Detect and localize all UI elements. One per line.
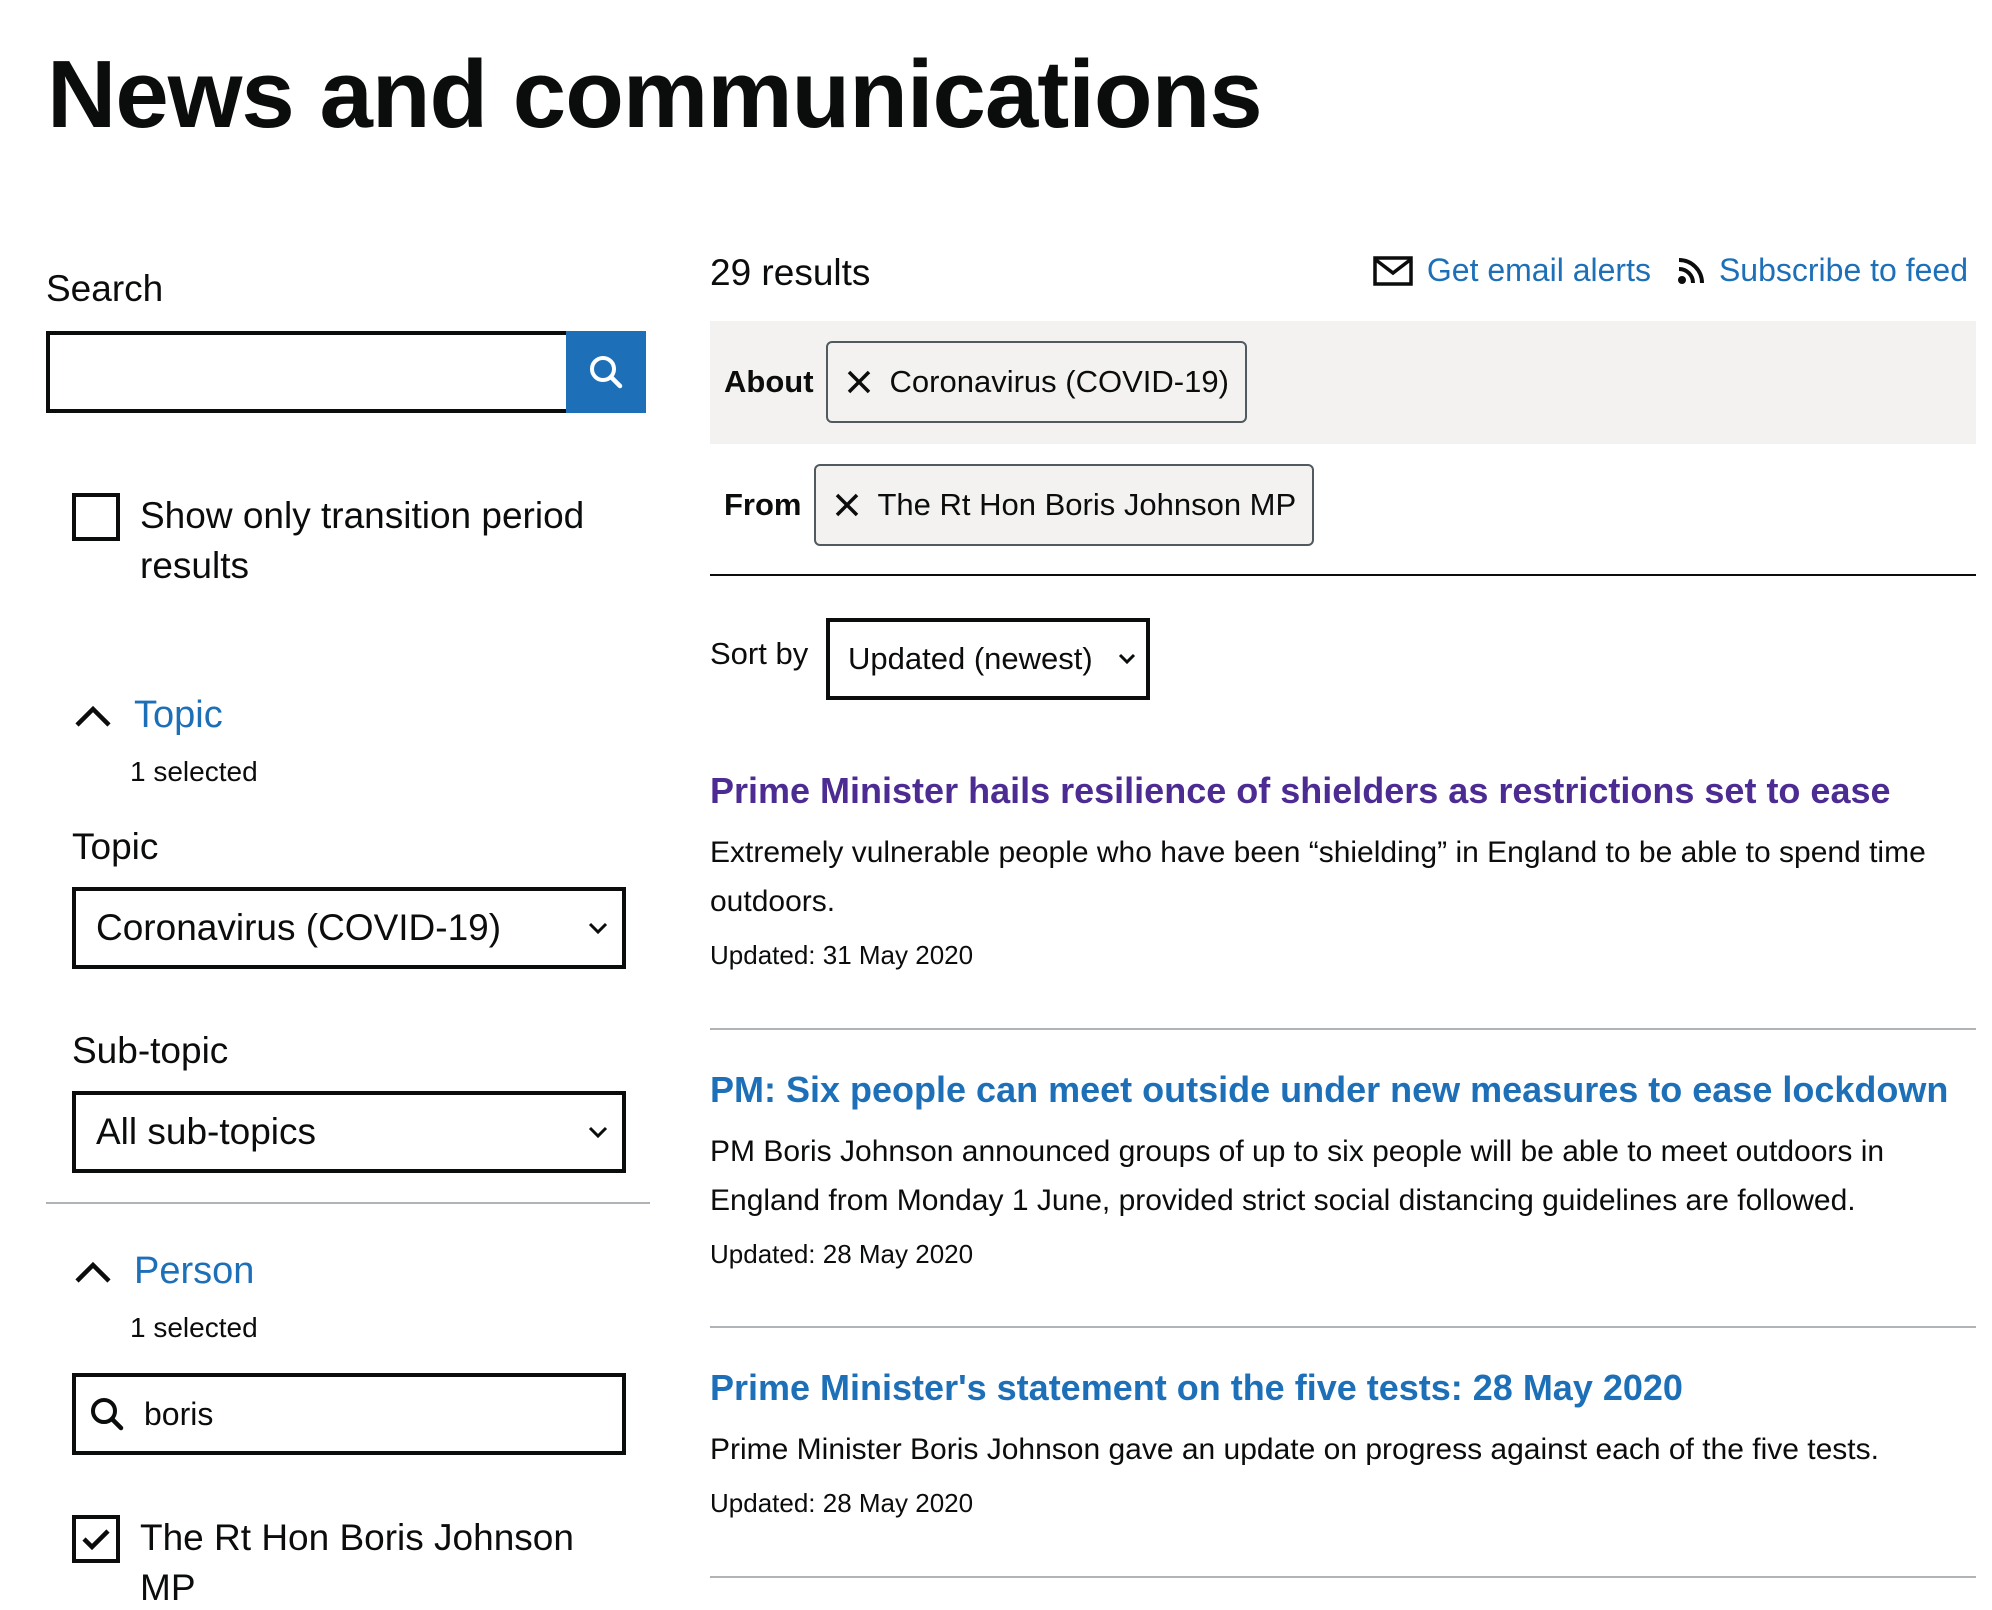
person-selected-count: 1 selected [130, 1312, 258, 1343]
email-alerts-label[interactable]: Get email alerts [1427, 252, 1651, 289]
topic-facet-toggle[interactable]: Topic [74, 694, 223, 737]
alert-links: Get email alerts Subscribe to feed [1373, 252, 1968, 289]
rss-icon [1677, 257, 1704, 284]
result-divider [710, 1326, 1976, 1328]
result-title-link[interactable]: PM: Six people can meet outside under ne… [710, 1069, 1976, 1111]
person-facet-toggle[interactable]: Person [74, 1250, 254, 1293]
topic-selected-count: 1 selected [130, 756, 258, 787]
chevron-down-icon [588, 922, 608, 935]
result-description: Prime Minister Boris Johnson gave an upd… [710, 1433, 1879, 1466]
chevron-up-icon [75, 705, 111, 727]
page-title: News and communications [47, 41, 1263, 148]
topic-select-value: Coronavirus (COVID-19) [96, 907, 502, 948]
mail-icon [1373, 255, 1413, 286]
subscribe-feed-link[interactable]: Subscribe to feed [1677, 252, 1968, 289]
result-title-link[interactable]: Prime Minister hails resilience of shiel… [710, 770, 1976, 812]
topic-select-label: Topic [72, 826, 159, 867]
transition-checkbox-label: Show only transition period results [140, 495, 585, 586]
chevron-down-icon [1118, 653, 1136, 665]
topic-select[interactable]: Coronavirus (COVID-19) [72, 887, 626, 969]
active-filter-value: Coronavirus (COVID-19) [889, 364, 1229, 399]
filters-divider [710, 574, 1976, 576]
result-description: PM Boris Johnson announced groups of up … [710, 1135, 1885, 1217]
person-option-label: The Rt Hon Boris Johnson MP [140, 1517, 574, 1608]
close-icon [835, 493, 858, 517]
result-updated: Updated: 31 May 2020 [710, 940, 974, 970]
result-updated: Updated: 28 May 2020 [710, 1488, 974, 1518]
facet-divider [46, 1202, 650, 1204]
list-item: Prime Minister's statement on the five t… [710, 1367, 1976, 1519]
result-divider [710, 1576, 1976, 1578]
active-filter-value: The Rt Hon Boris Johnson MP [877, 487, 1297, 522]
search-label: Search [46, 268, 164, 309]
remove-filter-button[interactable]: The Rt Hon Boris Johnson MP [813, 464, 1315, 546]
active-filter-from: From The Rt Hon Boris Johnson MP [724, 464, 1315, 546]
transition-checkbox[interactable] [72, 493, 120, 541]
close-icon [847, 370, 870, 394]
search-input[interactable] [46, 331, 570, 413]
search-icon [590, 356, 623, 389]
search-icon [91, 1398, 124, 1431]
person-option-checkbox[interactable] [72, 1515, 120, 1563]
subtopic-select[interactable]: All sub-topics [72, 1091, 626, 1173]
active-filter-key: About [724, 364, 814, 399]
chevron-up-icon [75, 1261, 111, 1283]
active-filter-about: About Coronavirus (COVID-19) [724, 341, 1247, 423]
active-filter-key: From [724, 487, 802, 522]
subtopic-select-value: All sub-topics [96, 1111, 317, 1152]
person-option-row[interactable]: The Rt Hon Boris Johnson MP [72, 1513, 612, 1610]
sort-select-value: Updated (newest) [848, 641, 1093, 676]
email-alerts-link[interactable]: Get email alerts [1373, 252, 1651, 289]
result-divider [710, 1028, 1976, 1030]
result-description: Extremely vulnerable people who have bee… [710, 836, 1926, 918]
sort-label: Sort by [710, 636, 809, 671]
check-icon [82, 1529, 110, 1551]
subscribe-feed-label[interactable]: Subscribe to feed [1719, 252, 1968, 289]
transition-checkbox-row[interactable]: Show only transition period results [72, 491, 612, 591]
results-count: 29 results [710, 252, 871, 293]
person-search-value: boris [144, 1395, 214, 1432]
remove-filter-button[interactable]: Coronavirus (COVID-19) [825, 341, 1247, 423]
subtopic-select-label: Sub-topic [72, 1030, 229, 1071]
person-facet-heading[interactable]: Person [134, 1250, 254, 1293]
person-search-input[interactable]: boris [72, 1373, 626, 1455]
result-title-link[interactable]: Prime Minister's statement on the five t… [710, 1367, 1976, 1409]
list-item: PM: Six people can meet outside under ne… [710, 1069, 1976, 1270]
list-item: Prime Minister hails resilience of shiel… [710, 770, 1976, 971]
chevron-down-icon [588, 1126, 608, 1139]
search-button[interactable] [566, 331, 646, 413]
topic-facet-heading[interactable]: Topic [134, 694, 223, 737]
result-updated: Updated: 28 May 2020 [710, 1239, 974, 1269]
sort-select[interactable]: Updated (newest) [826, 618, 1150, 700]
